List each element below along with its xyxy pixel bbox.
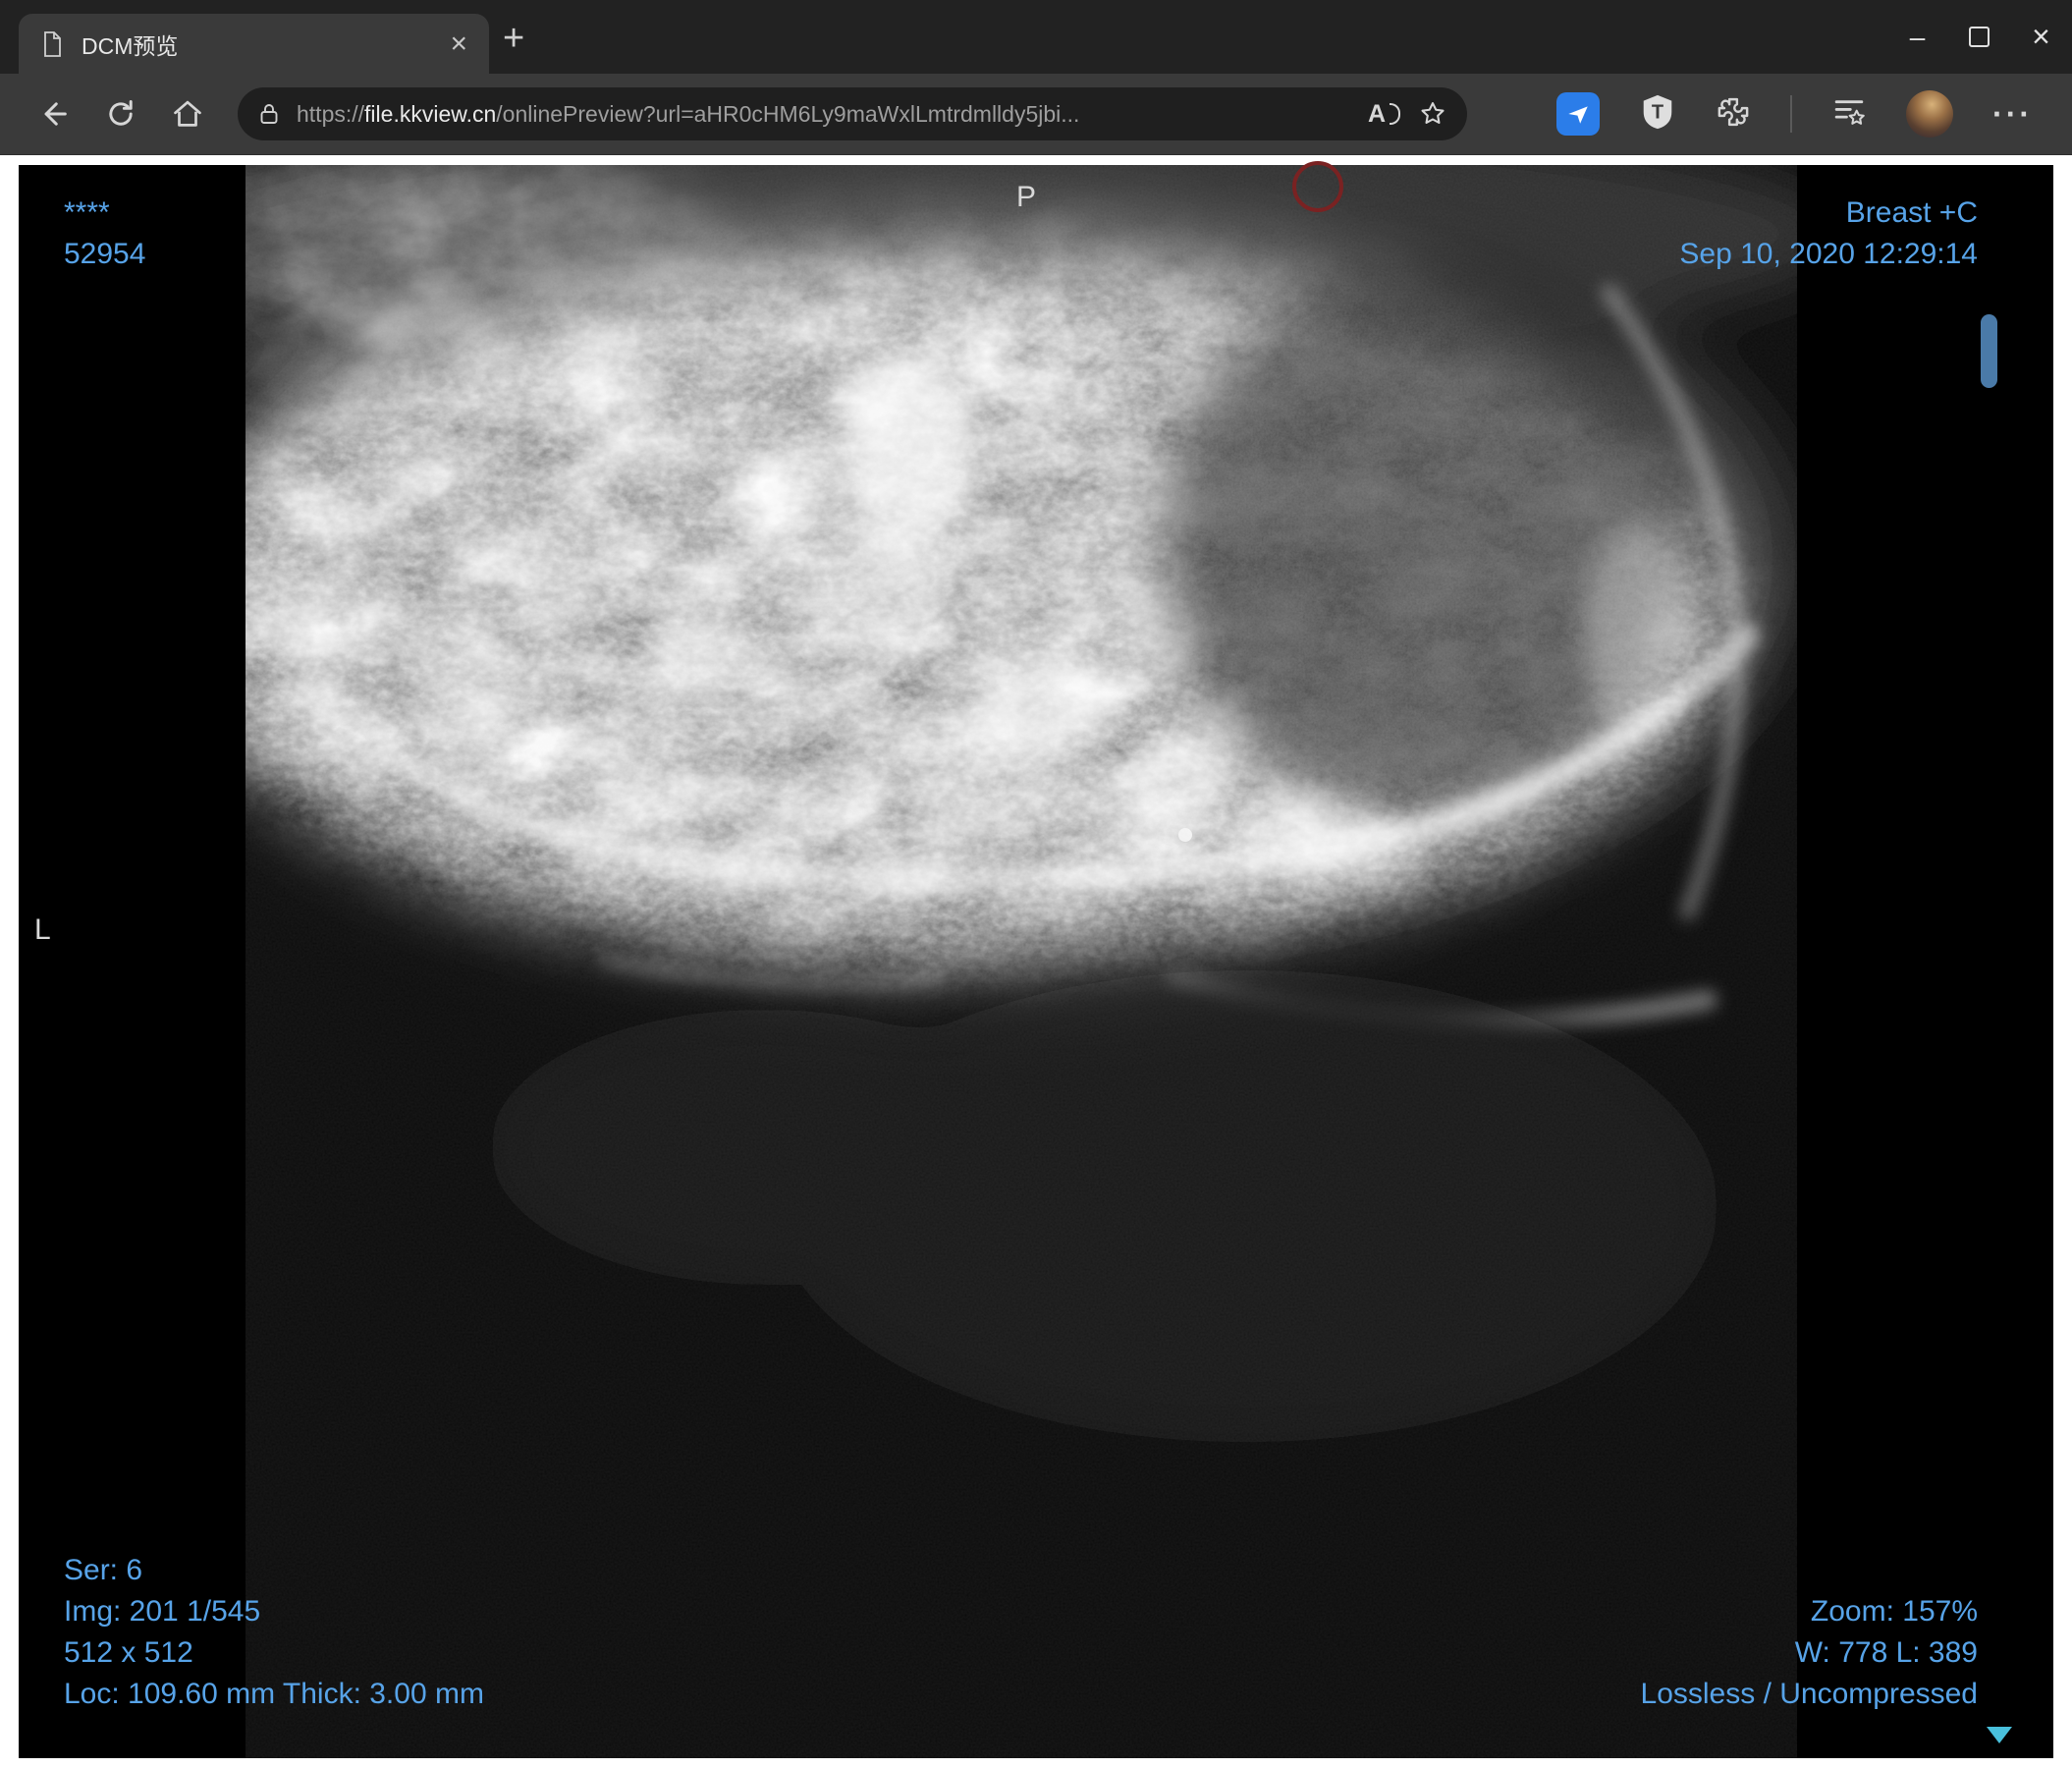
series-scrollbar-thumb[interactable] [1981, 314, 1997, 388]
toolbar-right-cluster: T ··· [1556, 90, 2033, 138]
refresh-icon [109, 100, 133, 126]
series-number: Ser: 6 [64, 1554, 143, 1586]
mri-scan-image [19, 165, 2053, 1758]
image-matrix: 512 x 512 [64, 1636, 193, 1669]
window-controls: – × [1886, 0, 2072, 74]
refresh-button[interactable] [96, 89, 145, 138]
favorites-hub-icon[interactable] [1831, 94, 1867, 135]
toolbar-divider [1790, 95, 1793, 133]
minimize-button[interactable]: – [1886, 0, 1948, 74]
browser-tab[interactable]: DCM预览 × [19, 14, 489, 74]
image-number: Img: 201 1/545 [64, 1595, 261, 1628]
svg-text:T: T [1652, 101, 1663, 123]
browser-toolbar: https://file.kkview.cn/onlinePreview?url… [0, 74, 2072, 155]
compression-info: Lossless / Uncompressed [1640, 1678, 1978, 1710]
address-bar[interactable]: https://file.kkview.cn/onlinePreview?url… [238, 87, 1467, 140]
read-aloud-button[interactable]: A [1368, 100, 1400, 129]
series-info-overlay: Ser: 6 Img: 201 1/545 512 x 512 Loc: 109… [64, 1550, 484, 1715]
study-datetime: Sep 10, 2020 12:29:14 [1679, 238, 1978, 270]
extensions-puzzle-icon[interactable] [1716, 94, 1751, 135]
profile-avatar[interactable] [1906, 90, 1954, 138]
orientation-marker-left: L [34, 913, 51, 946]
home-button[interactable] [163, 89, 212, 138]
favorite-star-button[interactable] [1418, 99, 1447, 129]
lock-icon[interactable] [257, 101, 281, 127]
read-aloud-icon: A [1367, 99, 1386, 128]
study-info-overlay: Breast +C Sep 10, 2020 12:29:14 [1679, 193, 1978, 275]
settings-menu-button[interactable]: ··· [1992, 98, 2033, 130]
url-text: https://file.kkview.cn/onlinePreview?url… [297, 101, 1350, 128]
patient-info-overlay: **** 52954 [64, 193, 145, 275]
annotation-circle [1292, 161, 1343, 212]
dicom-viewer[interactable]: **** 52954 P L Breast +C Sep 10, 2020 12… [19, 161, 2053, 1758]
close-button[interactable]: × [2010, 0, 2072, 74]
patient-name: **** [64, 196, 110, 229]
scroll-down-arrow-icon[interactable] [1987, 1727, 2012, 1743]
zoom-level: Zoom: 157% [1810, 1595, 1978, 1628]
maximize-icon [1969, 27, 1990, 47]
tab-title: DCM预览 [82, 32, 179, 59]
star-icon [1421, 102, 1445, 124]
arrow-left-icon [44, 102, 67, 126]
url-path: /onlinePreview?url=aHR0cHM6Ly9maWxlLmtrd… [496, 100, 1080, 127]
translate-extension-icon[interactable] [1556, 92, 1601, 136]
slice-location: Loc: 109.60 mm Thick: 3.00 mm [64, 1678, 484, 1710]
tab-close-button[interactable]: × [438, 26, 479, 63]
shield-extension-icon[interactable]: T [1639, 92, 1676, 137]
home-icon [174, 100, 201, 127]
maximize-button[interactable] [1948, 0, 2010, 74]
patient-id: 52954 [64, 238, 146, 270]
back-button[interactable] [29, 89, 79, 138]
new-tab-button[interactable]: + [503, 20, 524, 57]
window-level: W: 778 L: 389 [1794, 1636, 1978, 1669]
sound-arc-icon [1390, 103, 1400, 125]
orientation-marker-posterior: P [1016, 181, 1037, 213]
browser-titlebar: DCM预览 × + – × [0, 0, 2072, 74]
display-info-overlay: Zoom: 157% W: 778 L: 389 Lossless / Unco… [1641, 1591, 1978, 1715]
study-description: Breast +C [1845, 196, 1978, 229]
url-scheme: https:// [297, 100, 365, 127]
url-host: file.kkview.cn [364, 100, 497, 127]
page-background: **** 52954 P L Breast +C Sep 10, 2020 12… [0, 155, 2072, 1768]
page-document-icon [40, 29, 66, 59]
